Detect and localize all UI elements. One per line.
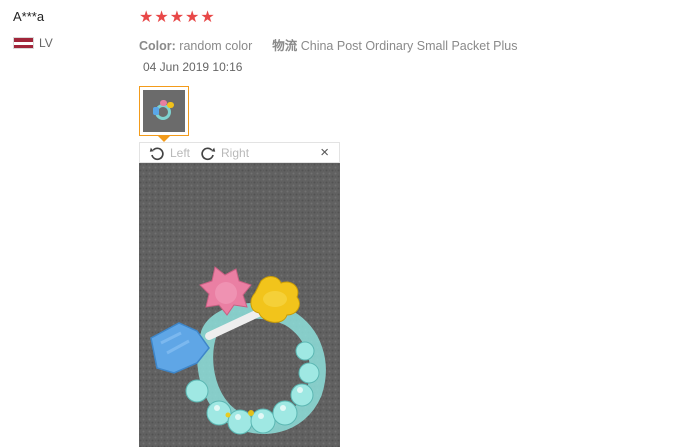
star-icon: ★ bbox=[169, 9, 185, 26]
rotate-right-label: Right bbox=[221, 145, 250, 160]
star-icon: ★ bbox=[154, 9, 169, 26]
color-attribute-value: random color bbox=[179, 39, 253, 53]
photo-viewer-toolbar: Left Right × bbox=[139, 142, 340, 163]
close-icon[interactable]: × bbox=[320, 145, 329, 160]
product-attributes: Color: random color 物流 China Post Ordina… bbox=[139, 35, 517, 54]
star-icon: ★ bbox=[185, 9, 200, 26]
rotate-left-icon bbox=[149, 146, 164, 160]
rotate-right-icon bbox=[201, 146, 216, 160]
rotate-left-label: Left bbox=[170, 145, 191, 160]
rating-stars: ★ ★ ★ ★ ★ bbox=[139, 9, 215, 27]
star-icon: ★ bbox=[200, 9, 215, 26]
shipping-attribute-label: 物流 bbox=[272, 39, 298, 53]
thumbnail-image bbox=[143, 90, 185, 132]
star-icon: ★ bbox=[139, 9, 154, 26]
color-attribute-label: Color: bbox=[139, 39, 176, 53]
rotate-right-button[interactable]: Right bbox=[200, 145, 249, 161]
country-code: LV bbox=[39, 36, 53, 50]
shipping-attribute-value: China Post Ordinary Small Packet Plus bbox=[300, 39, 518, 53]
review-date: 04 Jun 2019 10:16 bbox=[143, 60, 243, 74]
review-photo-enlarged bbox=[139, 163, 340, 447]
reviewer-country: LV bbox=[13, 36, 53, 50]
latvia-flag-icon bbox=[13, 37, 34, 49]
reviewer-name: A***a bbox=[13, 9, 45, 24]
review-photo-thumbnail[interactable] bbox=[139, 86, 189, 136]
rotate-left-button[interactable]: Left bbox=[149, 145, 190, 161]
